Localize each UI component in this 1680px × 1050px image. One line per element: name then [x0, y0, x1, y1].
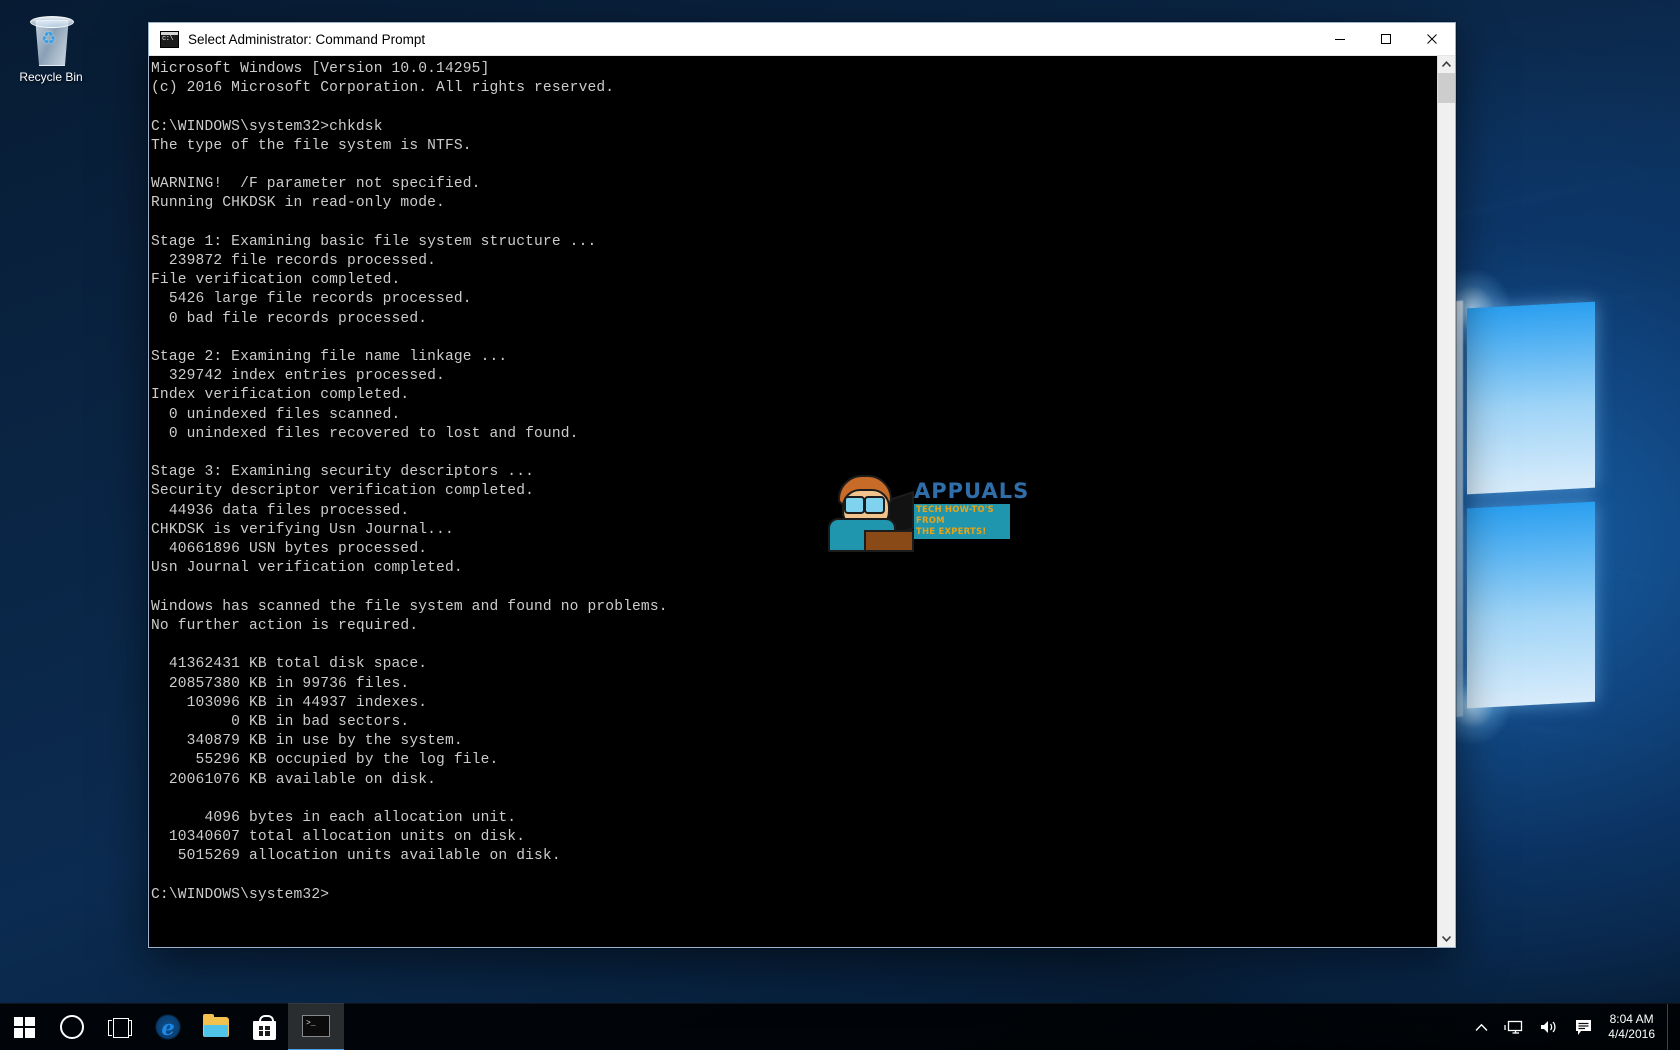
action-center-icon	[1576, 1019, 1592, 1035]
show-desktop-button[interactable]	[1667, 1004, 1676, 1050]
scrollbar-thumb[interactable]	[1438, 73, 1455, 103]
cortana-search-button[interactable]	[48, 1004, 96, 1050]
command-prompt-window[interactable]: Select Administrator: Command Prompt Mic…	[148, 22, 1456, 948]
task-view-button[interactable]	[96, 1004, 144, 1050]
close-button[interactable]	[1409, 23, 1455, 55]
store-bag-icon	[252, 1014, 276, 1040]
edge-button[interactable]: e	[144, 1004, 192, 1050]
system-tray[interactable]: 8:04 AM 4/4/2016	[1467, 1004, 1680, 1050]
command-prompt-icon	[302, 1015, 330, 1037]
clock-button[interactable]: 8:04 AM 4/4/2016	[1600, 1004, 1667, 1050]
speaker-icon	[1541, 1021, 1556, 1033]
cortana-circle-icon	[60, 1015, 84, 1039]
window-controls	[1317, 23, 1455, 55]
wallpaper-windows-logo	[1467, 301, 1595, 709]
network-monitor-icon	[1504, 1020, 1523, 1034]
desktop[interactable]: ♻ Recycle Bin Select Administrator: Comm…	[0, 0, 1680, 1050]
recycle-bin-icon: ♻	[27, 14, 75, 66]
clock-date: 4/4/2016	[1608, 1027, 1655, 1041]
window-titlebar[interactable]: Select Administrator: Command Prompt	[149, 23, 1455, 56]
scrollbar-track[interactable]	[1438, 73, 1455, 930]
taskbar[interactable]: e >_ 8:04 AM 4/4/2016	[0, 1003, 1680, 1050]
start-button[interactable]	[0, 1004, 48, 1050]
action-center-button[interactable]	[1567, 1004, 1600, 1050]
maximize-button[interactable]	[1363, 23, 1409, 55]
desktop-icon-recycle-bin[interactable]: ♻ Recycle Bin	[8, 8, 94, 85]
command-prompt-taskbar-button[interactable]	[288, 1003, 344, 1050]
edge-icon: e	[155, 1014, 181, 1040]
show-hidden-icons-button[interactable]	[1467, 1004, 1496, 1050]
scroll-down-icon[interactable]	[1438, 930, 1455, 947]
command-prompt-icon	[160, 30, 179, 48]
folder-icon	[203, 1014, 229, 1037]
minimize-button[interactable]	[1317, 23, 1363, 55]
volume-button[interactable]	[1531, 1004, 1567, 1050]
terminal-scrollbar[interactable]	[1437, 56, 1455, 947]
chevron-up-icon	[1475, 1023, 1488, 1031]
file-explorer-button[interactable]	[192, 1004, 240, 1050]
network-button[interactable]	[1496, 1004, 1531, 1050]
terminal-output[interactable]: Microsoft Windows [Version 10.0.14295] (…	[149, 56, 1437, 947]
windows-logo-icon	[13, 1016, 35, 1038]
scroll-up-icon[interactable]	[1438, 56, 1455, 73]
desktop-icon-label: Recycle Bin	[19, 70, 83, 84]
task-view-icon	[108, 1018, 132, 1038]
clock-time: 8:04 AM	[1609, 1012, 1654, 1026]
window-title: Select Administrator: Command Prompt	[188, 31, 426, 47]
store-button[interactable]	[240, 1004, 288, 1050]
terminal-area[interactable]: Microsoft Windows [Version 10.0.14295] (…	[149, 56, 1455, 947]
